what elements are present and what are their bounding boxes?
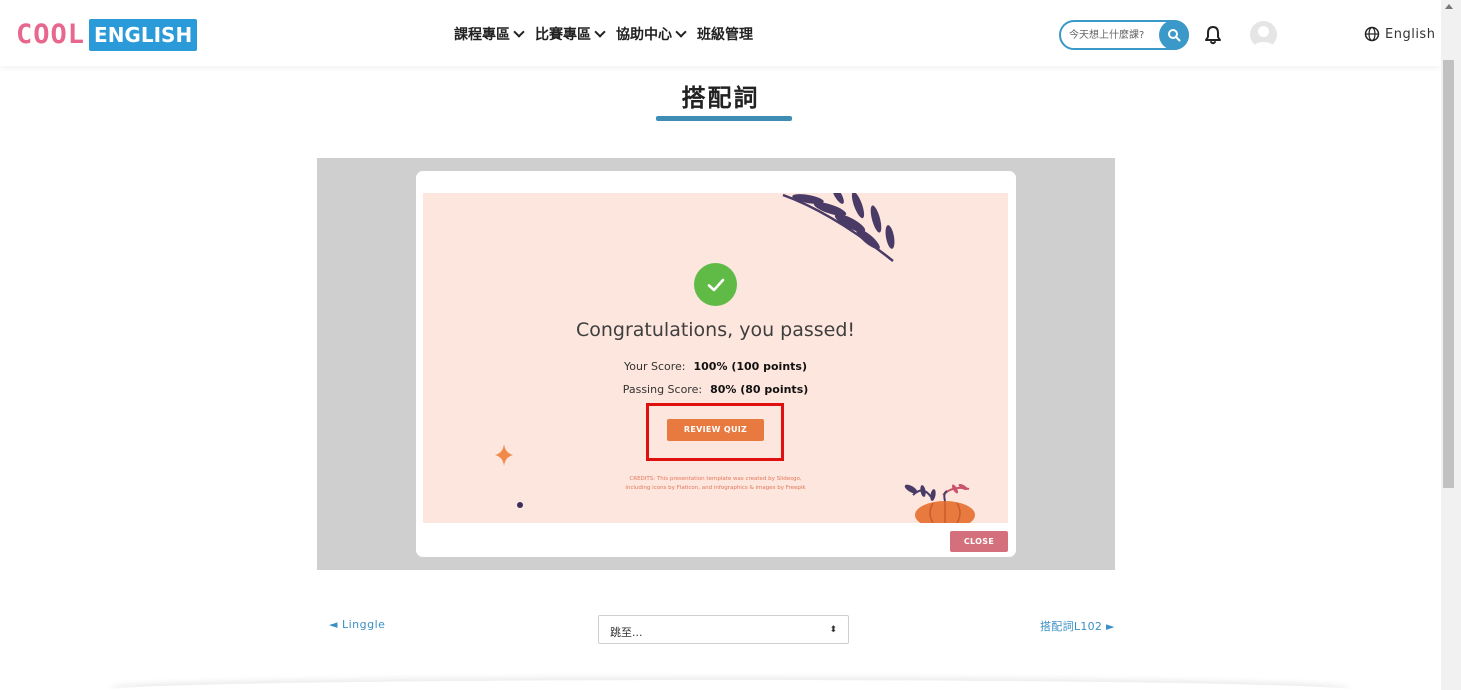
scrollbar-thumb[interactable]	[1443, 60, 1454, 488]
page-root: COOL ENGLISH 課程專區 比賽專區 協助中心 班級管理 今天想上什麼課…	[0, 0, 1461, 690]
jump-to-select[interactable]: 跳至... ⬍	[598, 615, 849, 644]
search-icon	[1168, 29, 1181, 42]
leaf-branch-decoration	[782, 193, 895, 262]
nav-help-center[interactable]: 協助中心	[616, 24, 687, 44]
notifications-button[interactable]	[1203, 24, 1223, 46]
passing-score-row: Passing Score: 80% (80 points)	[423, 383, 1008, 396]
avatar-icon	[1253, 26, 1274, 48]
prev-activity-link[interactable]: ◄ Linggle	[329, 618, 385, 631]
review-quiz-highlight-box	[646, 403, 784, 461]
chevron-down-icon	[675, 26, 687, 38]
bell-icon	[1205, 26, 1221, 45]
result-heading: Congratulations, you passed!	[575, 319, 856, 341]
search-button[interactable]	[1159, 20, 1189, 50]
select-arrows-icon: ⬍	[829, 625, 837, 635]
logo-cool-text: COOL	[16, 19, 86, 50]
next-activity-link[interactable]: 搭配詞L102 ►	[1040, 618, 1115, 634]
chevron-down-icon	[513, 26, 525, 38]
pumpkin-decoration	[904, 483, 975, 523]
page-title: 搭配詞	[681, 84, 760, 112]
passing-score-value: 80% (80 points)	[710, 383, 809, 396]
language-switcher[interactable]: English	[1364, 26, 1435, 42]
success-check-icon	[694, 263, 737, 306]
search-box	[1059, 20, 1189, 50]
jump-to-placeholder: 跳至...	[610, 626, 643, 639]
your-score-row: Your Score: 100% (100 points)	[423, 360, 1008, 373]
nav-help-center-label: 協助中心	[616, 27, 672, 43]
globe-icon	[1364, 26, 1380, 42]
your-score-value: 100% (100 points)	[693, 360, 808, 373]
nav-class-management[interactable]: 班級管理	[697, 24, 753, 44]
search-input[interactable]	[1069, 26, 1157, 44]
logo-english-text: ENGLISH	[89, 19, 198, 51]
nav-courses[interactable]: 課程專區	[454, 24, 525, 44]
chevron-down-icon	[594, 26, 606, 38]
passing-score-label: Passing Score:	[622, 383, 703, 396]
your-score-label: Your Score:	[624, 360, 686, 373]
user-avatar[interactable]	[1250, 21, 1277, 48]
scroll-up-arrow-icon[interactable]	[1445, 4, 1453, 9]
site-header: COOL ENGLISH 課程專區 比賽專區 協助中心 班級管理 今天想上什麼課…	[0, 0, 1441, 66]
result-slide: Congratulations, you passed! Your Score:…	[423, 193, 1008, 523]
checkmark-icon	[707, 278, 724, 291]
nav-competitions[interactable]: 比賽專區	[535, 24, 606, 44]
nav-class-management-label: 班級管理	[697, 27, 753, 43]
site-logo[interactable]: COOL ENGLISH	[16, 18, 198, 52]
sparkle-star-decoration	[495, 444, 513, 466]
footer-divider	[110, 680, 1350, 690]
main-nav: 課程專區 比賽專區 協助中心 班級管理	[454, 24, 753, 44]
close-button[interactable]: CLOSE	[950, 531, 1008, 552]
title-underline	[656, 116, 792, 121]
language-label: English	[1385, 26, 1436, 42]
nav-competitions-label: 比賽專區	[535, 27, 591, 43]
page-scrollbar[interactable]	[1441, 0, 1461, 690]
nav-courses-label: 課程專區	[454, 27, 510, 43]
dot-decoration	[517, 502, 523, 508]
